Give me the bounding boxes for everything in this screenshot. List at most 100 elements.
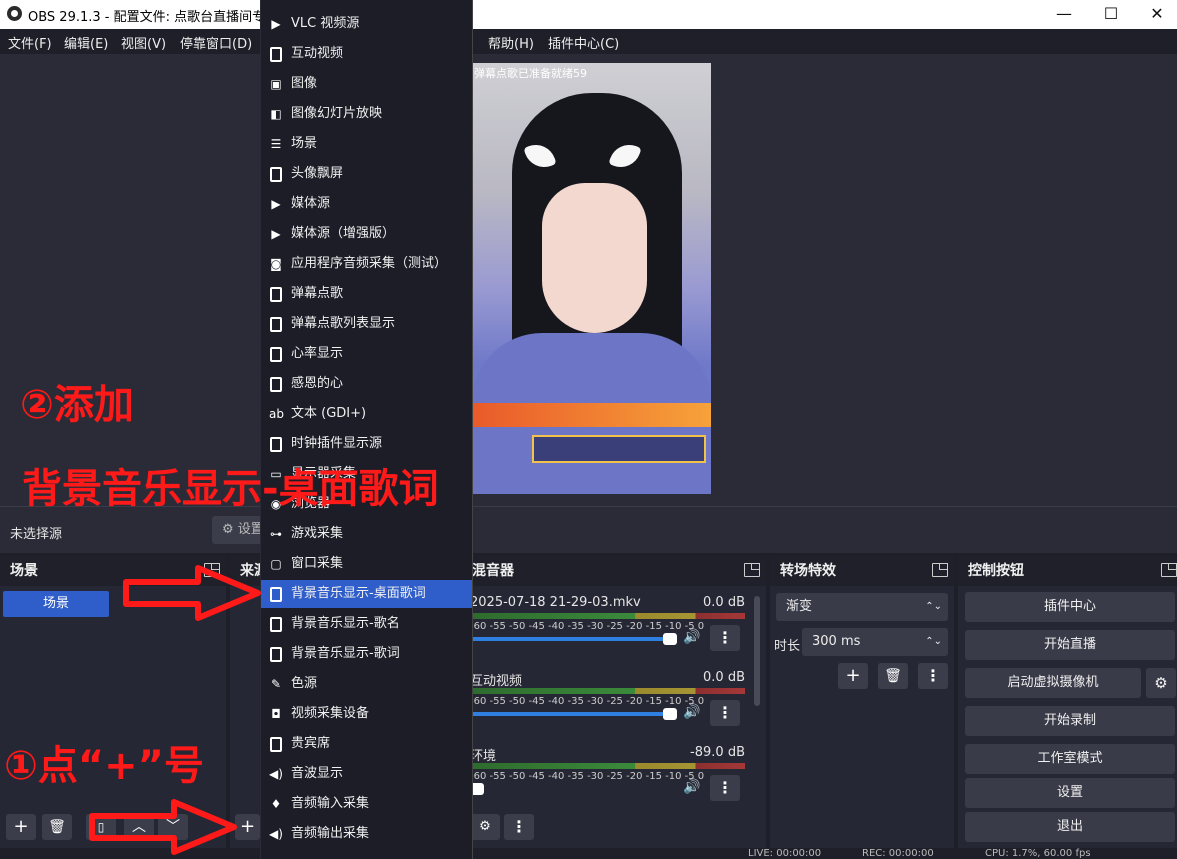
document-icon — [270, 437, 282, 452]
duration-label: 时长 — [774, 639, 801, 654]
menu-plugin-center[interactable]: 插件中心(C) — [548, 33, 619, 52]
add-transition-button[interactable]: + — [838, 663, 868, 689]
volume-knob[interactable] — [663, 633, 677, 645]
add-source-menu-item[interactable]: 弹幕点歌 — [261, 280, 472, 308]
camera-icon: ◘ — [271, 707, 281, 721]
menu-edit[interactable]: 编辑(E) — [64, 33, 108, 52]
add-source-menu-item[interactable]: ◙ 应用程序音频采集（测试） — [261, 250, 472, 278]
channel-db: -89.0 dB — [690, 745, 745, 760]
add-source-menu-item[interactable]: 背景音乐显示-歌词 — [261, 640, 472, 668]
document-icon — [270, 587, 282, 602]
add-source-menu-item[interactable]: ⊶ 游戏采集 — [261, 520, 472, 548]
menu-docks[interactable]: 停靠窗口(D) — [180, 33, 252, 52]
menu-item-label: 头像飘屏 — [291, 166, 344, 181]
undock-icon[interactable] — [744, 563, 760, 577]
mixer-scrollbar[interactable] — [754, 596, 760, 706]
mixer-settings-button[interactable]: ⚙ — [470, 814, 500, 840]
mixer-menu-button[interactable]: ⋮ — [504, 814, 534, 840]
add-source-menu-item[interactable]: 时钟插件显示源 — [261, 430, 472, 458]
speaker-icon: ◀) — [269, 827, 283, 841]
add-source-menu-item[interactable]: ▢ 窗口采集 — [261, 550, 472, 578]
add-source-menu-item[interactable]: ab 文本 (GDI+) — [261, 400, 472, 428]
menu-item-label: 音波显示 — [291, 766, 344, 781]
preview-canvas[interactable]: 弹幕点歌已准备就绪59 — [472, 63, 711, 494]
add-source-menu-item[interactable]: 心率显示 — [261, 340, 472, 368]
menu-help[interactable]: 帮助(H) — [488, 33, 534, 52]
remove-scene-button[interactable]: 🗑 — [42, 814, 72, 840]
studio-mode-button[interactable]: 工作室模式 — [965, 744, 1175, 774]
undock-icon[interactable] — [932, 563, 948, 577]
transitions-title-text: 转场特效 — [780, 563, 836, 579]
volume-slider[interactable] — [470, 633, 677, 645]
channel-name: 环境 — [470, 749, 497, 764]
scene-list-item[interactable]: 场景 — [3, 591, 109, 617]
add-source-menu-item[interactable]: ◧ 图像幻灯片放映 — [261, 100, 472, 128]
menu-item-label: 媒体源 — [291, 196, 331, 211]
transition-menu-button[interactable]: ⋮ — [918, 663, 948, 689]
add-source-menu: ▶ VLC 视频源 互动视频 ▣ 图像 ◧ 图像幻灯片放映 ☰ 场景头像飘屏 ▶ 媒体源 ▶ 媒体源（增… — [260, 0, 473, 859]
add-source-menu-item[interactable]: ◀) 音波显示 — [261, 760, 472, 788]
start-virtual-camera-button[interactable]: 启动虚拟摄像机 — [965, 668, 1141, 698]
image-icon: ▣ — [270, 77, 282, 91]
speaker-icon[interactable]: 🔊 — [683, 779, 700, 795]
scenes-title-text: 场景 — [10, 563, 38, 579]
gamepad-icon: ⊶ — [270, 527, 282, 541]
add-source-menu-item[interactable]: ◘ 视频采集设备 — [261, 700, 472, 728]
add-source-menu-item[interactable]: 背景音乐显示-歌名 — [261, 610, 472, 638]
add-source-menu-item[interactable]: ▶ 媒体源（增强版） — [261, 220, 472, 248]
channel-menu-button[interactable]: ⋮ — [710, 700, 740, 726]
menu-item-label: 音频输入采集 — [291, 796, 370, 811]
meter-ticks: -60 -55 -50 -45 -40 -35 -30 -25 -20 -15 … — [470, 696, 705, 707]
channel-name: 互动视频 — [470, 674, 523, 689]
speaker-icon: ◀) — [269, 767, 283, 781]
speaker-icon[interactable]: 🔊 — [683, 629, 700, 645]
document-icon — [270, 737, 282, 752]
start-streaming-button[interactable]: 开始直播 — [965, 630, 1175, 660]
channel-db: 0.0 dB — [703, 670, 745, 685]
add-source-menu-item[interactable]: 头像飘屏 — [261, 160, 472, 188]
channel-menu-button[interactable]: ⋮ — [710, 775, 740, 801]
add-source-menu-item[interactable]: ◀) 音频输出采集 — [261, 820, 472, 848]
live-timer: LIVE: 00:00:00 — [748, 848, 822, 859]
start-recording-button[interactable]: 开始录制 — [965, 706, 1175, 736]
plugin-center-button[interactable]: 插件中心 — [965, 592, 1175, 622]
transition-select[interactable]: 渐变 ⌃⌄ — [776, 593, 948, 621]
exit-button[interactable]: 退出 — [965, 812, 1175, 842]
minimize-button[interactable]: — — [1041, 0, 1087, 29]
add-source-menu-item[interactable]: ▣ 图像 — [261, 70, 472, 98]
menu-view[interactable]: 视图(V) — [121, 33, 166, 52]
controls-title-text: 控制按钮 — [968, 563, 1024, 579]
add-source-menu-item[interactable]: ▶ 媒体源 — [261, 190, 472, 218]
gear-icon: ⚙ — [1154, 674, 1168, 692]
app-audio-icon: ◙ — [270, 257, 282, 271]
add-source-menu-item[interactable]: 感恩的心 — [261, 370, 472, 398]
add-source-menu-item[interactable]: ♦ 音频输入采集 — [261, 790, 472, 818]
speaker-icon[interactable]: 🔊 — [683, 704, 700, 720]
add-source-menu-item[interactable]: 弹幕点歌列表显示 — [261, 310, 472, 338]
close-button[interactable]: ✕ — [1134, 0, 1177, 29]
brush-icon: ✎ — [270, 677, 282, 691]
document-icon — [270, 347, 282, 362]
menu-item-label: 图像幻灯片放映 — [291, 106, 383, 121]
maximize-button[interactable]: ☐ — [1088, 0, 1134, 29]
add-source-menu-item[interactable]: ▶ VLC 视频源 — [261, 10, 472, 38]
duration-spinbox[interactable]: 300 ms ⌃⌄ — [802, 628, 948, 656]
menu-item-label: 背景音乐显示-歌词 — [291, 646, 400, 661]
add-source-menu-item[interactable]: ✎ 色源 — [261, 670, 472, 698]
volume-slider[interactable] — [470, 708, 677, 720]
volume-knob[interactable] — [663, 708, 677, 720]
virtual-camera-settings-button[interactable]: ⚙ — [1146, 668, 1176, 698]
settings-button[interactable]: 设置 — [965, 778, 1175, 808]
document-icon — [270, 377, 282, 392]
add-source-menu-item[interactable]: 背景音乐显示-桌面歌词 — [261, 580, 472, 608]
channel-menu-button[interactable]: ⋮ — [710, 625, 740, 651]
add-source-menu-item[interactable]: 贵宾席 — [261, 730, 472, 758]
menu-file[interactable]: 文件(F) — [8, 33, 52, 52]
add-source-menu-item[interactable]: 互动视频 — [261, 40, 472, 68]
undock-icon[interactable] — [1161, 563, 1177, 577]
transition-value: 渐变 — [786, 599, 813, 614]
remove-transition-button[interactable]: 🗑 — [878, 663, 908, 689]
add-scene-button[interactable]: + — [6, 814, 36, 840]
add-source-menu-item[interactable]: ☰ 场景 — [261, 130, 472, 158]
controls-dock-title: 控制按钮 — [958, 556, 1177, 586]
